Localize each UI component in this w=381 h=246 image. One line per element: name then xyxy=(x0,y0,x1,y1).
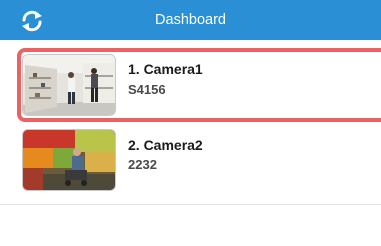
page-title: Dashboard xyxy=(155,12,226,28)
camera-id: 2232 xyxy=(128,157,157,172)
camera-thumbnail xyxy=(22,129,116,191)
selected-item-highlight xyxy=(17,48,381,122)
camera-name: 2. Camera2 xyxy=(128,137,203,153)
camera-list-item-2[interactable]: 2. Camera2 2232 xyxy=(0,123,381,203)
app-header: Dashboard xyxy=(0,0,381,40)
list-divider xyxy=(0,204,381,205)
